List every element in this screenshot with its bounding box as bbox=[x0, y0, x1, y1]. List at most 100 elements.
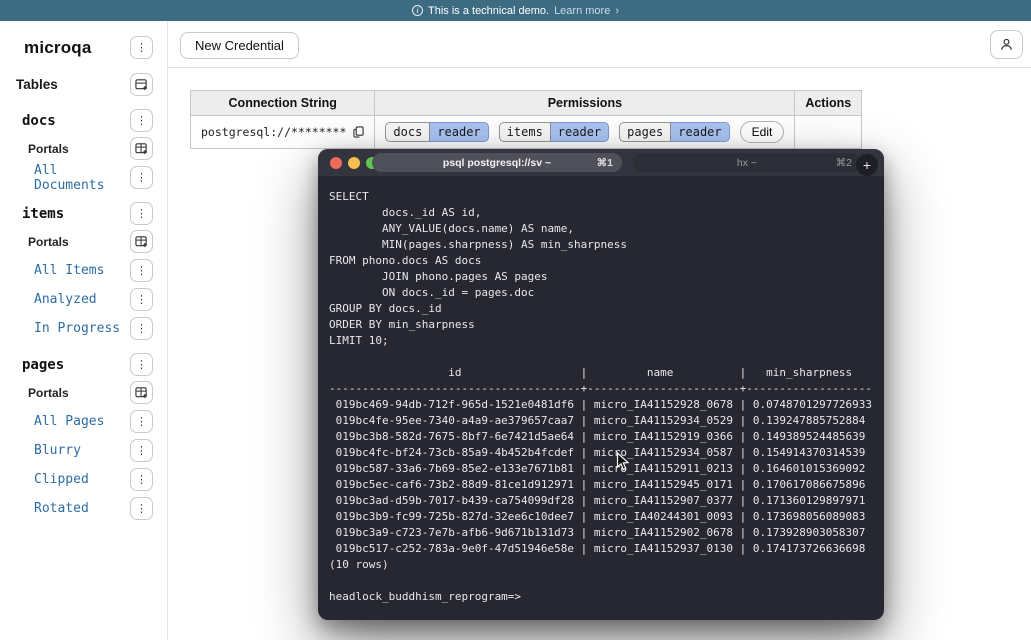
user-account-button[interactable] bbox=[990, 30, 1023, 59]
tab-title: psql postgresql://sv ~ bbox=[443, 157, 551, 169]
portal-link[interactable]: Rotated bbox=[34, 501, 89, 516]
in-progress-menu-button[interactable]: ⋮ bbox=[130, 317, 153, 340]
portals-label: Portals bbox=[28, 386, 69, 400]
docs-menu-button[interactable]: ⋮ bbox=[130, 109, 153, 132]
docs-add-portal-button[interactable] bbox=[130, 137, 153, 160]
credential-row: postgresql://******** docsreaderitemsrea… bbox=[191, 116, 862, 149]
copy-icon[interactable] bbox=[353, 126, 364, 138]
portal-link[interactable]: All Pages bbox=[34, 414, 104, 429]
sidebar-portal-all-documents: All Documents ⋮ bbox=[0, 166, 167, 189]
pages-add-portal-button[interactable] bbox=[130, 381, 153, 404]
info-icon: i bbox=[412, 5, 423, 16]
sidebar-portal-all-items: All Items ⋮ bbox=[0, 259, 167, 282]
kebab-icon: ⋮ bbox=[136, 208, 147, 219]
sidebar-group-pages: pages ⋮ Portals All Pages ⋮ Blurry ⋮ Cli… bbox=[0, 353, 167, 520]
app-name: microqa bbox=[24, 38, 92, 58]
sidebar-table-pages: pages ⋮ bbox=[0, 353, 167, 376]
table-plus-icon bbox=[135, 78, 148, 91]
terminal-window: psql postgresql://sv ~ ⌘1 hx ~ ⌘2 + SELE… bbox=[318, 149, 884, 620]
app-menu-button[interactable]: ⋮ bbox=[130, 36, 153, 59]
permission-chip-pages: pagesreader bbox=[619, 122, 729, 142]
permission-table: docs bbox=[385, 122, 430, 142]
credentials-header-row: Connection String Permissions Actions bbox=[191, 91, 862, 116]
terminal-tab-psql[interactable]: psql postgresql://sv ~ ⌘1 bbox=[372, 153, 622, 172]
terminal-body[interactable]: SELECT docs._id AS id, ANY_VALUE(docs.na… bbox=[318, 176, 884, 620]
sidebar-portal-rotated: Rotated ⋮ bbox=[0, 497, 167, 520]
person-icon bbox=[999, 37, 1014, 52]
actions-cell bbox=[795, 116, 862, 149]
clipped-menu-button[interactable]: ⋮ bbox=[130, 468, 153, 491]
sidebar-portal-blurry: Blurry ⋮ bbox=[0, 439, 167, 462]
all-documents-menu-button[interactable]: ⋮ bbox=[130, 166, 153, 189]
terminal-tab-hx[interactable]: hx ~ ⌘2 bbox=[633, 153, 861, 172]
connection-string-cell: postgresql://******** bbox=[191, 116, 375, 149]
sidebar-groups: docs ⋮ Portals All Documents ⋮ items ⋮ P… bbox=[0, 109, 167, 520]
portal-link[interactable]: Clipped bbox=[34, 472, 89, 487]
kebab-icon: ⋮ bbox=[136, 294, 147, 305]
sidebar-portal-clipped: Clipped ⋮ bbox=[0, 468, 167, 491]
permission-chip-docs: docsreader bbox=[385, 122, 488, 142]
col-permissions: Permissions bbox=[375, 91, 795, 116]
portal-link[interactable]: Blurry bbox=[34, 443, 81, 458]
sidebar-portal-in-progress: In Progress ⋮ bbox=[0, 317, 167, 340]
col-actions: Actions bbox=[795, 91, 862, 116]
kebab-icon: ⋮ bbox=[136, 359, 147, 370]
learn-more-link[interactable]: Learn more bbox=[554, 5, 610, 17]
table-name[interactable]: items bbox=[22, 206, 64, 222]
sidebar: microqa ⋮ Tables docs ⋮ Portals bbox=[0, 21, 168, 640]
pages-menu-button[interactable]: ⋮ bbox=[130, 353, 153, 376]
all-pages-menu-button[interactable]: ⋮ bbox=[130, 410, 153, 433]
col-connection-string: Connection String bbox=[191, 91, 375, 116]
sidebar-table-docs: docs ⋮ bbox=[0, 109, 167, 132]
credentials-table: Connection String Permissions Actions po… bbox=[190, 90, 862, 149]
portals-label-row-items: Portals bbox=[0, 230, 167, 253]
blurry-menu-button[interactable]: ⋮ bbox=[130, 439, 153, 462]
connection-string-value: postgresql://******** bbox=[201, 125, 346, 139]
demo-banner: i This is a technical demo. Learn more › bbox=[0, 0, 1031, 21]
portal-grid-plus-icon bbox=[135, 142, 148, 155]
permission-table: pages bbox=[619, 122, 671, 142]
sidebar-group-docs: docs ⋮ Portals All Documents ⋮ bbox=[0, 109, 167, 189]
portal-link[interactable]: Analyzed bbox=[34, 292, 97, 307]
kebab-icon: ⋮ bbox=[136, 474, 147, 485]
permission-table: items bbox=[499, 122, 551, 142]
sidebar-group-items: items ⋮ Portals All Items ⋮ Analyzed ⋮ I… bbox=[0, 202, 167, 340]
minimize-window-button[interactable] bbox=[348, 157, 360, 169]
all-items-menu-button[interactable]: ⋮ bbox=[130, 259, 153, 282]
permission-role: reader bbox=[550, 122, 609, 142]
portal-grid-plus-icon bbox=[135, 386, 148, 399]
table-name[interactable]: docs bbox=[22, 113, 56, 129]
terminal-titlebar[interactable]: psql postgresql://sv ~ ⌘1 hx ~ ⌘2 + bbox=[318, 149, 884, 176]
portal-link[interactable]: All Documents bbox=[34, 163, 130, 193]
permission-role: reader bbox=[670, 122, 729, 142]
tables-section-row: Tables bbox=[0, 73, 167, 96]
kebab-icon: ⋮ bbox=[136, 445, 147, 456]
edit-permissions-button[interactable]: Edit bbox=[740, 121, 785, 143]
items-add-portal-button[interactable] bbox=[130, 230, 153, 253]
portals-label: Portals bbox=[28, 142, 69, 156]
main-header: New Credential bbox=[168, 21, 1031, 68]
close-window-button[interactable] bbox=[330, 157, 342, 169]
items-menu-button[interactable]: ⋮ bbox=[130, 202, 153, 225]
portals-label-row-pages: Portals bbox=[0, 381, 167, 404]
sidebar-portal-all-pages: All Pages ⋮ bbox=[0, 410, 167, 433]
analyzed-menu-button[interactable]: ⋮ bbox=[130, 288, 153, 311]
permission-chip-items: itemsreader bbox=[499, 122, 609, 142]
kebab-icon: ⋮ bbox=[136, 503, 147, 514]
chevron-right-icon: › bbox=[615, 5, 619, 17]
new-terminal-tab-button[interactable]: + bbox=[856, 154, 878, 176]
banner-text: This is a technical demo. bbox=[428, 5, 549, 17]
rotated-menu-button[interactable]: ⋮ bbox=[130, 497, 153, 520]
tables-section-label: Tables bbox=[16, 77, 58, 92]
sidebar-table-items: items ⋮ bbox=[0, 202, 167, 225]
tab-title: hx ~ bbox=[737, 157, 757, 169]
tab-shortcut: ⌘2 bbox=[836, 157, 852, 169]
add-table-button[interactable] bbox=[130, 73, 153, 96]
kebab-icon: ⋮ bbox=[136, 172, 147, 183]
portal-link[interactable]: All Items bbox=[34, 263, 104, 278]
kebab-icon: ⋮ bbox=[136, 416, 147, 427]
portal-link[interactable]: In Progress bbox=[34, 321, 120, 336]
new-credential-button[interactable]: New Credential bbox=[180, 32, 299, 59]
table-name[interactable]: pages bbox=[22, 357, 64, 373]
terminal-output: SELECT docs._id AS id, ANY_VALUE(docs.na… bbox=[329, 189, 873, 605]
